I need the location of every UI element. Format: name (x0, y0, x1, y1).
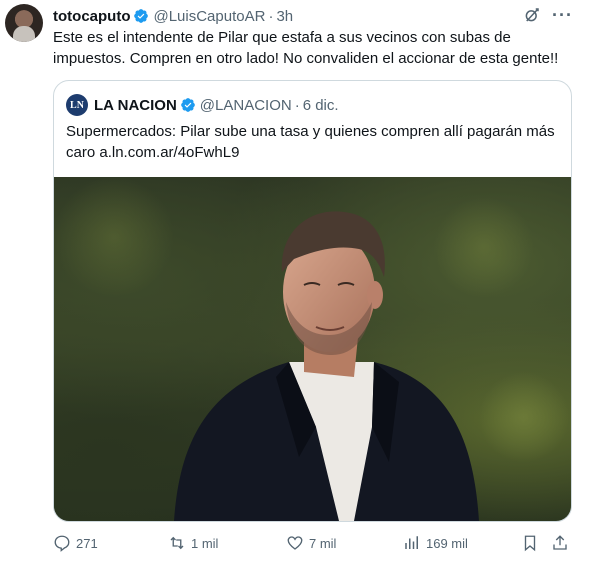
like-icon (287, 536, 303, 550)
share-icon (553, 535, 567, 550)
views-button[interactable]: 169 mil (403, 533, 468, 553)
man-portrait-illustration (54, 177, 569, 521)
quoted-tweet[interactable]: LN LA NACION @LANACION · 6 dic. Supermer… (53, 80, 572, 522)
verified-badge-icon (180, 98, 195, 112)
quoted-date[interactable]: 6 dic. (303, 97, 339, 114)
quoted-avatar[interactable]: LN (66, 94, 88, 116)
quoted-text: Supermercados: Pilar sube una tasa y qui… (66, 123, 555, 161)
bookmark-button[interactable] (521, 533, 544, 553)
retweet-button[interactable]: 1 mil (168, 533, 218, 553)
views-count: 169 mil (426, 535, 468, 551)
author-handle[interactable]: @LuisCaputoAR (153, 8, 265, 25)
grok-icon[interactable] (523, 6, 541, 24)
quoted-header: LN LA NACION @LANACION · 6 dic. (66, 93, 339, 117)
share-button[interactable] (551, 533, 574, 553)
reply-count: 271 (76, 535, 98, 551)
more-icon[interactable]: ··· (552, 5, 573, 26)
like-button[interactable]: 7 mil (286, 533, 336, 553)
retweet-icon (170, 536, 184, 550)
verified-badge-icon (134, 9, 149, 23)
quoted-author-name[interactable]: LA NACION (94, 97, 177, 114)
author-name[interactable]: totocaputo (53, 8, 130, 25)
separator-dot: · (268, 7, 274, 25)
separator-dot: · (294, 96, 300, 114)
tweet-text: Este es el intendente de Pilar que estaf… (53, 29, 559, 67)
retweet-count: 1 mil (191, 535, 219, 551)
tweet-header: totocaputo @LuisCaputoAR · 3h (53, 6, 293, 26)
bookmark-icon (524, 535, 536, 552)
tweet-time[interactable]: 3h (276, 8, 293, 25)
action-bar: 271 1 mil 7 mil 169 mil (53, 533, 573, 553)
quoted-photo[interactable] (54, 177, 571, 521)
reply-button[interactable]: 271 (53, 533, 98, 553)
quoted-handle[interactable]: @LANACION (200, 97, 292, 114)
like-count: 7 mil (309, 535, 337, 551)
views-icon (405, 536, 418, 549)
author-avatar[interactable] (5, 4, 43, 42)
reply-icon (54, 535, 70, 552)
